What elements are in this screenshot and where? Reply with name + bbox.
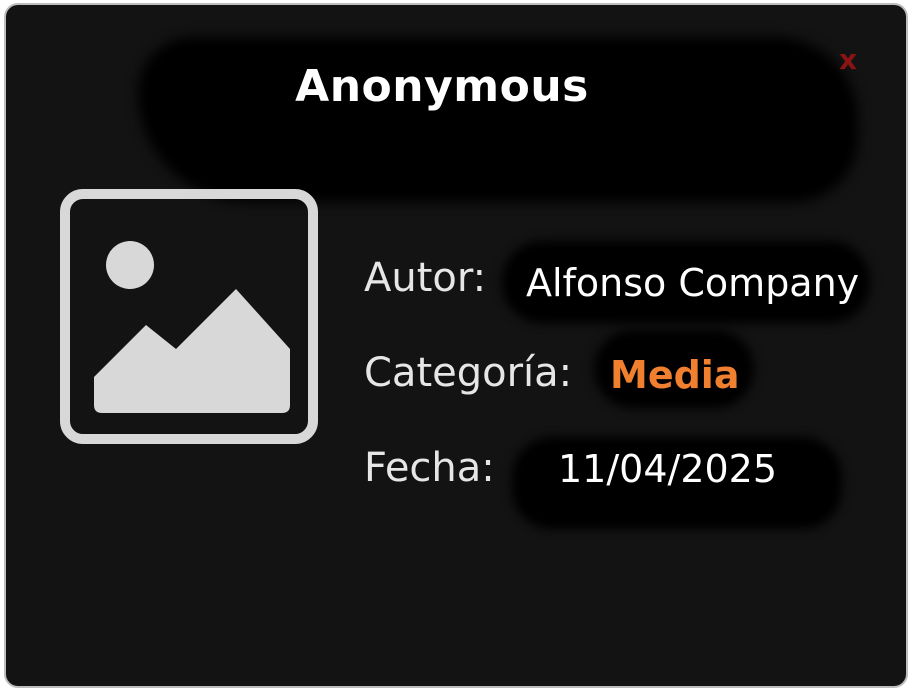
- info-dialog: Anonymous x Autor: Alfonso Company Categ…: [4, 3, 908, 688]
- category-value: Media: [610, 353, 740, 397]
- category-label: Categoría:: [364, 350, 573, 396]
- author-value: Alfonso Company: [526, 261, 860, 305]
- image-placeholder-icon: [60, 189, 318, 444]
- date-value: 11/04/2025: [558, 447, 778, 491]
- date-label: Fecha:: [364, 445, 495, 491]
- dialog-title: Anonymous: [295, 61, 589, 112]
- author-label: Autor:: [364, 255, 487, 301]
- close-button[interactable]: x: [835, 43, 861, 77]
